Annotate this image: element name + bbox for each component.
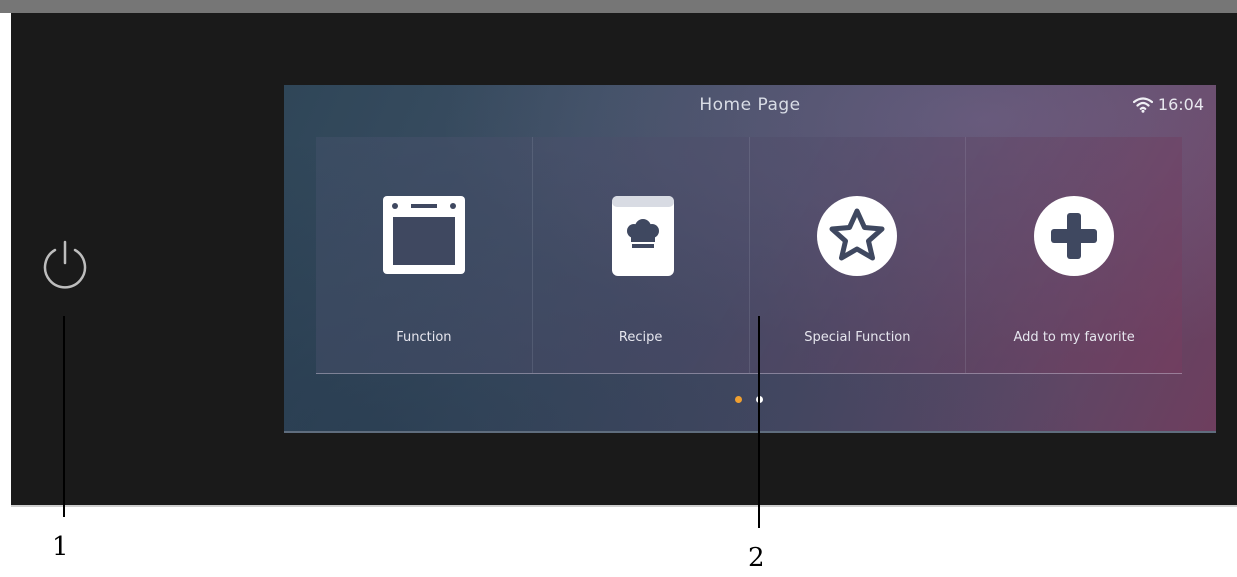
power-button[interactable] (36, 236, 94, 294)
status-bar: 16:04 (1132, 95, 1204, 114)
tile-special-function[interactable]: Special Function (750, 137, 967, 373)
callout-line-1 (63, 316, 65, 517)
callout-number-2: 2 (748, 543, 765, 573)
tile-function[interactable]: Function (316, 137, 533, 373)
star-icon (817, 196, 898, 276)
tile-label: Function (396, 330, 452, 345)
panel-bottom-edge (11, 505, 1237, 507)
home-tiles: Function Recipe Special Function Add to … (316, 137, 1182, 374)
touch-display: Home Page 16:04 Function Recipe Special … (284, 85, 1216, 433)
callout-number-1: 1 (52, 532, 69, 562)
recipe-book-icon (611, 196, 674, 276)
tile-label: Special Function (804, 330, 911, 345)
power-icon (43, 240, 87, 289)
top-border (0, 0, 1237, 13)
tile-label: Recipe (618, 330, 663, 345)
tile-recipe[interactable]: Recipe (533, 137, 750, 373)
tile-add-favorite[interactable]: Add to my favorite (966, 137, 1182, 373)
page-dot-active[interactable] (735, 396, 742, 403)
clock-time: 16:04 (1157, 95, 1204, 114)
wifi-icon (1132, 96, 1153, 113)
callout-line-2 (758, 316, 760, 528)
page-title: Home Page (699, 95, 801, 115)
oven-icon (382, 196, 465, 274)
plus-icon (1034, 196, 1115, 276)
tile-label: Add to my favorite (1013, 330, 1135, 345)
